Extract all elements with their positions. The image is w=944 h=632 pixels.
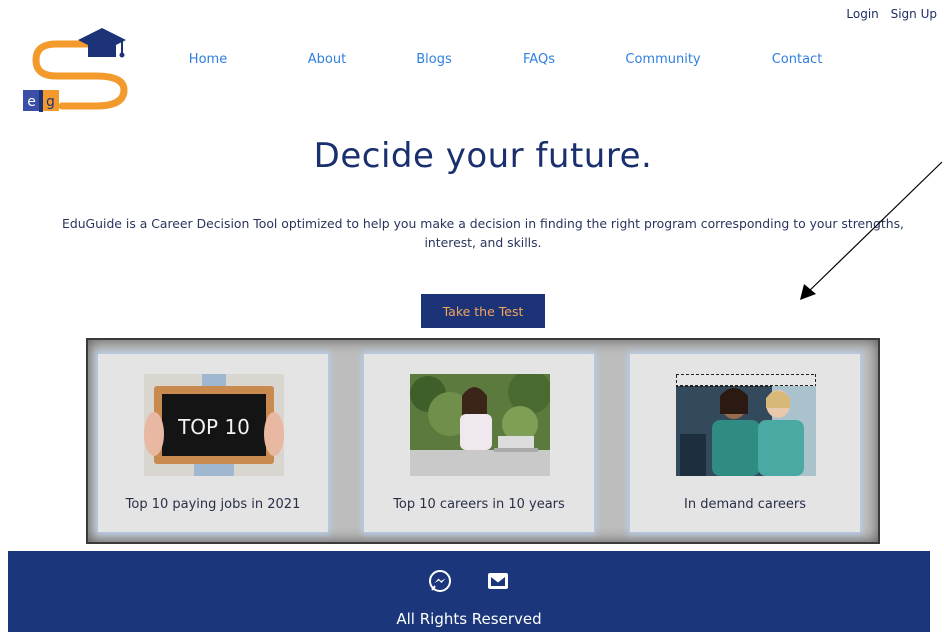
mail-icon[interactable]	[486, 569, 510, 593]
main-nav: Home About Blogs FAQs Community Contact	[0, 52, 944, 70]
hero-description: EduGuide is a Career Decision Tool optim…	[62, 216, 904, 250]
signup-link[interactable]: Sign Up	[891, 7, 937, 21]
footer-icons	[8, 569, 930, 597]
annotation-arrow	[800, 161, 943, 300]
logo-letter-e: e	[27, 94, 36, 110]
woman-phone-laptop-image	[410, 374, 550, 476]
card-label: Top 10 paying jobs in 2021	[125, 497, 301, 512]
take-test-button[interactable]: Take the Test	[421, 294, 545, 328]
nav-about[interactable]: About	[308, 52, 346, 67]
login-link[interactable]: Login	[846, 7, 878, 21]
nurses-image	[676, 374, 816, 476]
nav-home[interactable]: Home	[189, 52, 227, 67]
top10-board-image: TOP 10	[144, 374, 284, 476]
cards-panel: TOP 10 Top 10 paying jobs in 2021 Top 10…	[86, 338, 880, 544]
footer: All Rights Reserved	[8, 551, 930, 632]
nav-blogs[interactable]: Blogs	[416, 52, 452, 67]
auth-links: Login Sign Up	[838, 7, 937, 21]
card-label: Top 10 careers in 10 years	[393, 497, 565, 512]
nav-faqs[interactable]: FAQs	[523, 52, 555, 67]
card-in-demand-careers[interactable]: In demand careers	[630, 354, 860, 532]
nav-community[interactable]: Community	[625, 52, 700, 67]
messenger-icon[interactable]	[428, 569, 452, 593]
card-top-paying-jobs[interactable]: TOP 10 Top 10 paying jobs in 2021	[98, 354, 328, 532]
eduguide-logo[interactable]: e g	[22, 26, 134, 118]
all-rights-reserved: All Rights Reserved	[396, 610, 542, 628]
logo-graphic: e g	[23, 28, 128, 112]
card-top-careers[interactable]: Top 10 careers in 10 years	[364, 354, 594, 532]
card-label: In demand careers	[684, 497, 806, 512]
logo-letter-g: g	[46, 94, 55, 110]
top10-text: TOP 10	[177, 415, 250, 439]
nav-contact[interactable]: Contact	[772, 52, 823, 67]
